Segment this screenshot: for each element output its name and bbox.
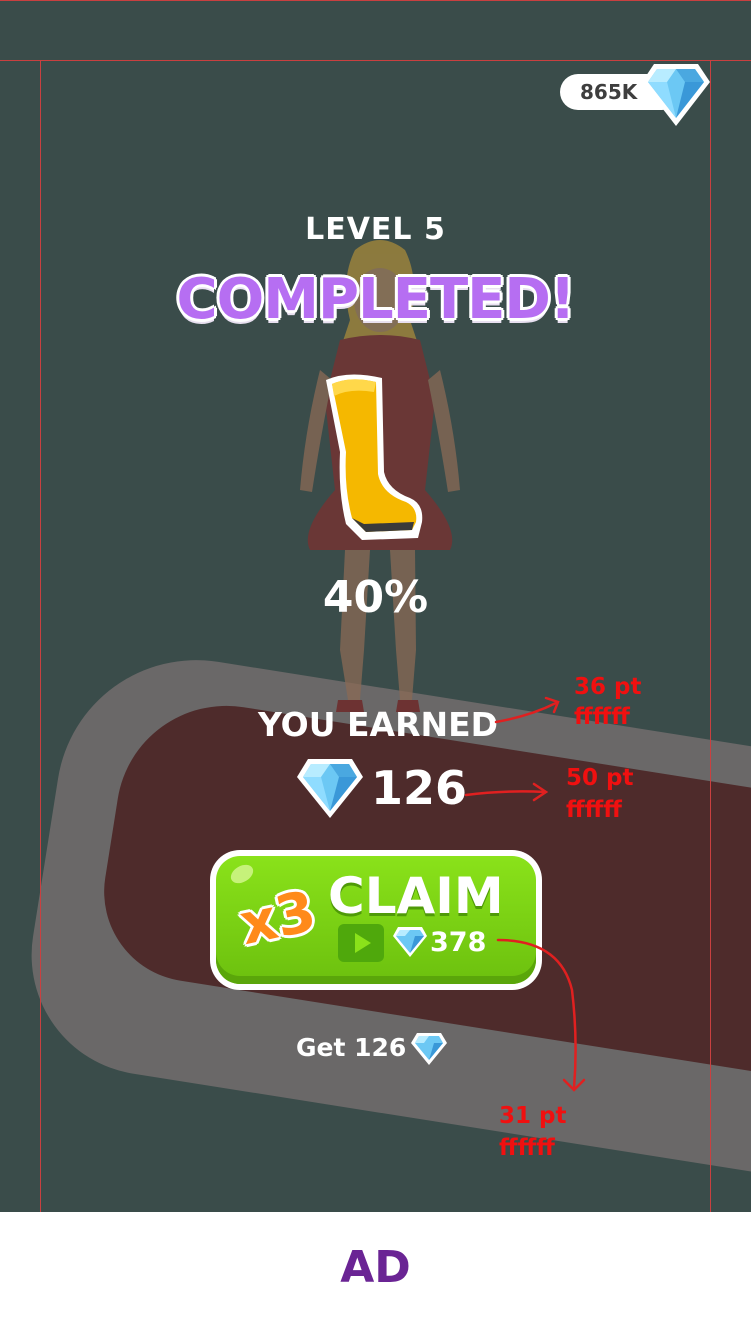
annotation-color: ffffff <box>566 797 622 823</box>
annotation-color: ffffff <box>499 1135 555 1161</box>
annotation-color: ffffff <box>574 704 630 730</box>
annotation-size: 36 pt <box>574 674 642 700</box>
annotation-arrows <box>464 696 586 1092</box>
ad-label[interactable]: AD <box>0 1236 751 1300</box>
annotation-size: 50 pt <box>566 765 634 791</box>
annotation-size: 31 pt <box>499 1103 567 1129</box>
